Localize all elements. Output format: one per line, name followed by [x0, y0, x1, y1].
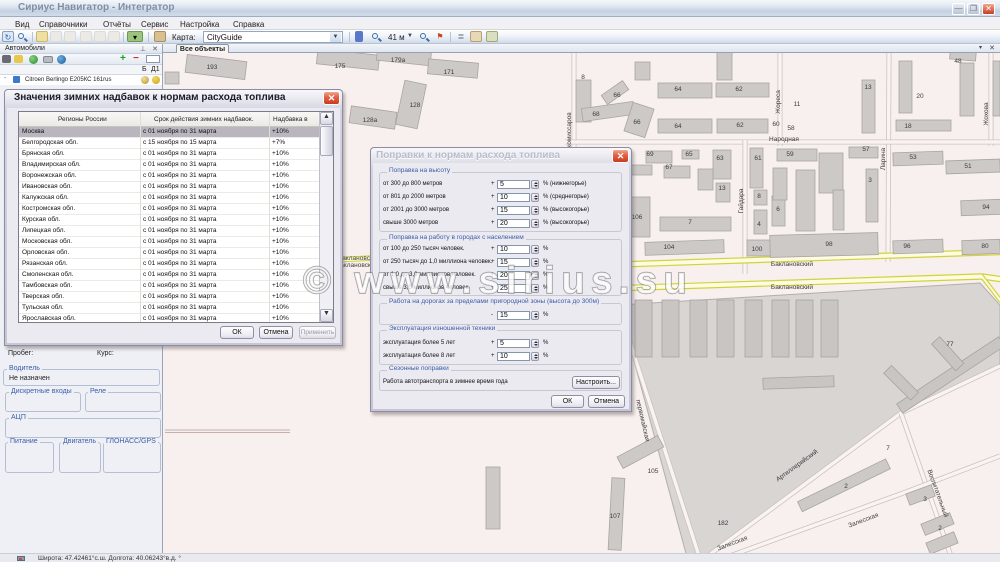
svg-text:193: 193 — [207, 64, 218, 71]
svg-text:6: 6 — [776, 206, 780, 213]
svg-text:Жореса: Жореса — [775, 90, 782, 114]
svg-text:66: 66 — [633, 119, 641, 126]
svg-text:53: 53 — [909, 154, 917, 161]
svg-text:179а: 179а — [391, 57, 406, 64]
svg-text:171: 171 — [444, 69, 455, 76]
svg-text:66: 66 — [613, 92, 621, 99]
svg-text:64: 64 — [674, 123, 682, 130]
svg-text:67: 67 — [665, 164, 673, 171]
svg-text:63: 63 — [716, 155, 724, 162]
svg-text:комиссаров: комиссаров — [566, 112, 573, 148]
svg-text:62: 62 — [736, 122, 744, 129]
svg-text:64: 64 — [674, 86, 682, 93]
svg-text:68: 68 — [592, 111, 600, 118]
svg-text:62: 62 — [735, 86, 743, 93]
svg-text:58: 58 — [787, 125, 795, 132]
svg-text:18: 18 — [904, 123, 912, 130]
svg-text:128а: 128а — [363, 117, 378, 124]
svg-text:128: 128 — [410, 102, 421, 109]
svg-text:11: 11 — [794, 101, 801, 108]
svg-text:© www.sirius.su: © www.sirius.su — [303, 260, 693, 302]
svg-text:61: 61 — [754, 155, 762, 162]
svg-text:2: 2 — [938, 525, 942, 532]
svg-text:59: 59 — [786, 151, 794, 158]
svg-text:3: 3 — [923, 496, 927, 503]
svg-text:Баклановский: Баклановский — [771, 260, 814, 268]
svg-text:Баклановский: Баклановский — [771, 283, 814, 291]
svg-text:69: 69 — [646, 151, 654, 158]
svg-text:8: 8 — [581, 74, 585, 81]
svg-text:20: 20 — [916, 93, 924, 100]
svg-text:Гайдара: Гайдара — [737, 188, 745, 213]
svg-text:3: 3 — [868, 177, 872, 184]
svg-text:13: 13 — [864, 84, 872, 91]
svg-text:94: 94 — [982, 204, 990, 211]
svg-text:80: 80 — [981, 243, 989, 250]
svg-text:96: 96 — [903, 243, 911, 250]
svg-text:60: 60 — [772, 121, 780, 128]
svg-text:Народная: Народная — [769, 136, 799, 143]
svg-text:Жохова: Жохова — [983, 102, 990, 126]
svg-text:51: 51 — [964, 163, 972, 170]
svg-text:182: 182 — [718, 520, 729, 527]
svg-text:57: 57 — [862, 146, 870, 153]
svg-text:7: 7 — [688, 219, 692, 226]
svg-text:7: 7 — [886, 445, 890, 452]
svg-text:4: 4 — [757, 221, 761, 228]
svg-text:98: 98 — [825, 241, 833, 248]
svg-text:77: 77 — [946, 341, 954, 348]
svg-text:48: 48 — [954, 58, 962, 65]
svg-text:100: 100 — [752, 246, 763, 253]
svg-text:2: 2 — [844, 483, 848, 490]
svg-text:106: 106 — [632, 214, 643, 221]
svg-text:8: 8 — [757, 193, 761, 200]
svg-text:105: 105 — [648, 468, 659, 475]
svg-text:Ларина: Ларина — [880, 147, 887, 170]
svg-text:175: 175 — [335, 63, 346, 70]
svg-text:65: 65 — [685, 151, 693, 158]
svg-text:107: 107 — [610, 513, 621, 520]
svg-text:13: 13 — [718, 185, 726, 192]
